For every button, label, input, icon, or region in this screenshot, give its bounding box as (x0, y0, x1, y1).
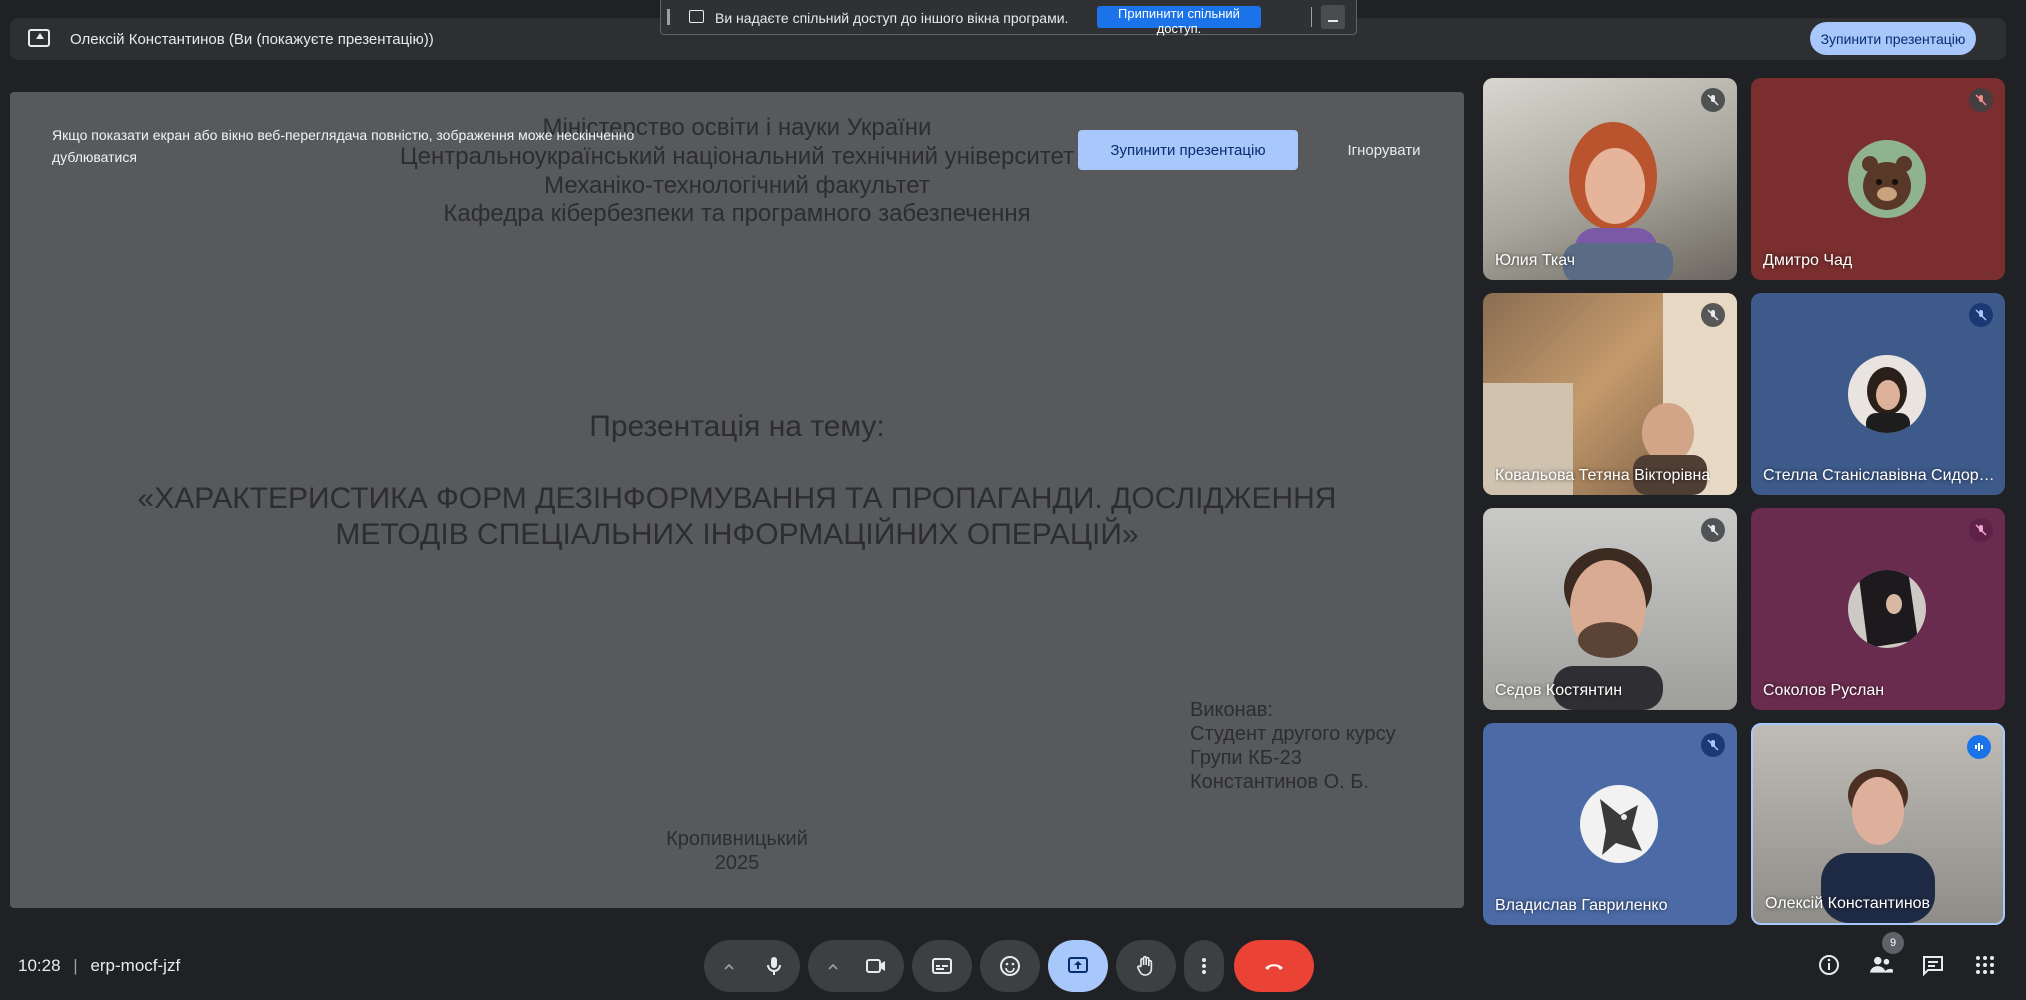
hang-up-icon (1265, 964, 1283, 970)
mic-muted-icon (1969, 518, 1993, 542)
more-vert-icon (1202, 958, 1206, 974)
meeting-details-button[interactable] (1816, 952, 1842, 978)
mic-muted-icon (1701, 88, 1725, 112)
apps-grid-icon (1976, 956, 1994, 974)
present-now-button[interactable] (1048, 940, 1108, 992)
slide-title-line: «ХАРАКТЕРИСТИКА ФОРМ ДЕЗІНФОРМУВАННЯ ТА … (137, 482, 1337, 515)
author-line: Виконав: (1190, 699, 1273, 721)
presenter-title: Олексій Константинов (Ви (покажуєте през… (70, 31, 434, 48)
participant-name: Олексій Константинов (1765, 895, 1931, 912)
participant-tile[interactable]: Соколов Руслан (1751, 508, 2005, 710)
mic-muted-icon (1969, 88, 1993, 112)
slide-header-line: Кафедра кібербезпеки та програмного забе… (443, 200, 1031, 227)
avatar (1848, 570, 1926, 648)
divider (1311, 7, 1312, 27)
participant-tile[interactable]: Дмитро Чад (1751, 78, 2005, 280)
present-screen-icon (1068, 957, 1088, 973)
clock-time: 10:28 (18, 956, 61, 975)
captions-button[interactable] (912, 940, 972, 992)
slide-year: 2025 (714, 852, 760, 874)
bear-avatar-icon (1862, 156, 1912, 210)
shared-slide: Міністерство освіти і науки України Цент… (10, 92, 1464, 908)
separator: | (73, 956, 78, 975)
person-avatar-icon (1858, 570, 1918, 648)
slide-author-block: Виконав: Студент другого курсу Групи КБ-… (1190, 698, 1396, 794)
speaking-indicator-icon (1967, 735, 1991, 759)
participant-name: Владислав Гавриленко (1495, 897, 1668, 914)
author-line: Групи КБ-23 (1190, 747, 1302, 769)
people-button[interactable] (1868, 952, 1894, 978)
participant-name: Дмитро Чад (1763, 252, 1853, 269)
avatar (1848, 140, 1926, 218)
chrome-share-bar: Ви надаєте спільний доступ до іншого вік… (660, 0, 1357, 36)
camera-control-group (808, 940, 904, 992)
participant-video (1821, 769, 1935, 923)
mic-muted-icon (1701, 303, 1725, 327)
mic-muted-icon (1701, 733, 1725, 757)
participant-video (1563, 122, 1673, 280)
avatar (1580, 785, 1658, 863)
chat-icon (1923, 956, 1943, 977)
minimize-icon[interactable] (1321, 5, 1345, 29)
avatar (1848, 355, 1926, 433)
activities-button[interactable] (1972, 952, 1998, 978)
meeting-code: erp-mocf-jzf (90, 956, 181, 975)
participant-name: Стелла Станіславівна Сидоренко (1763, 467, 1995, 484)
bottom-bar: 10:28 | erp-mocf-jzf 9 (0, 930, 2026, 1000)
mic-muted-icon (1701, 518, 1725, 542)
share-message: Ви надаєте спільний доступ до іншого вік… (715, 10, 1069, 26)
mic-muted-icon (1969, 303, 1993, 327)
meeting-info: 10:28 | erp-mocf-jzf (18, 956, 180, 976)
mic-control-group (704, 940, 800, 992)
participant-name: Ковальова Тетяна Вікторівна (1495, 467, 1711, 484)
people-icon (1870, 956, 1893, 973)
slide-header-line: Механіко-технологічний факультет (544, 172, 930, 199)
author-line: Константинов О. Б. (1190, 771, 1369, 793)
participant-name: Соколов Руслан (1763, 682, 1885, 699)
info-icon (1819, 955, 1839, 975)
participant-tile[interactable]: Сєдов Костянтин (1483, 508, 1737, 710)
participant-tile[interactable]: Ковальова Тетяна Вікторівна (1483, 293, 1737, 495)
participant-tile[interactable]: Стелла Станіславівна Сидоренко (1751, 293, 2005, 495)
participant-name: Юлия Ткач (1495, 252, 1576, 269)
participant-tile-self[interactable]: Олексій Константинов (1751, 723, 2005, 925)
reactions-button[interactable] (980, 940, 1040, 992)
microphone-icon[interactable] (762, 954, 786, 978)
more-options-button[interactable] (1184, 940, 1224, 992)
raise-hand-button[interactable] (1116, 940, 1176, 992)
emoji-icon (1000, 956, 1020, 976)
people-count-badge: 9 (1882, 932, 1904, 954)
chat-button[interactable] (1920, 952, 1946, 978)
participant-name: Сєдов Костянтин (1495, 682, 1623, 699)
warning-stop-presenting-button[interactable]: Зупинити презентацію (1078, 130, 1298, 170)
slide-city: Кропивницький (666, 828, 808, 850)
recursion-warning-text: Якщо показати екран або вікно веб-перегл… (52, 127, 635, 165)
slide-topic-label: Презентація на тему: (589, 410, 885, 443)
captions-icon (932, 958, 952, 974)
stop-presenting-button[interactable]: Зупинити презентацію (1810, 22, 1976, 55)
drag-handle-icon[interactable] (667, 9, 670, 25)
leave-call-button[interactable] (1234, 940, 1314, 992)
bird-avatar-icon (1600, 799, 1642, 855)
present-screen-icon (28, 29, 50, 47)
participant-video (1553, 548, 1663, 710)
share-window-icon (689, 10, 704, 23)
participant-tile[interactable]: Владислав Гавриленко (1483, 723, 1737, 925)
warning-ignore-button[interactable]: Ігнорувати (1324, 130, 1444, 170)
chevron-up-icon[interactable] (722, 960, 736, 974)
stop-sharing-button[interactable]: Припинити спільний доступ. (1097, 6, 1261, 36)
hand-icon (1137, 955, 1153, 976)
chevron-up-icon[interactable] (826, 960, 840, 974)
camera-icon[interactable] (864, 954, 888, 978)
author-line: Студент другого курсу (1190, 723, 1396, 745)
participant-video (1483, 293, 1737, 495)
person-avatar-icon (1866, 367, 1910, 433)
slide-title-line: МЕТОДІВ СПЕЦІАЛЬНИХ ІНФОРМАЦІЙНИХ ОПЕРАЦ… (335, 518, 1139, 551)
participant-tile[interactable]: Юлия Ткач (1483, 78, 1737, 280)
